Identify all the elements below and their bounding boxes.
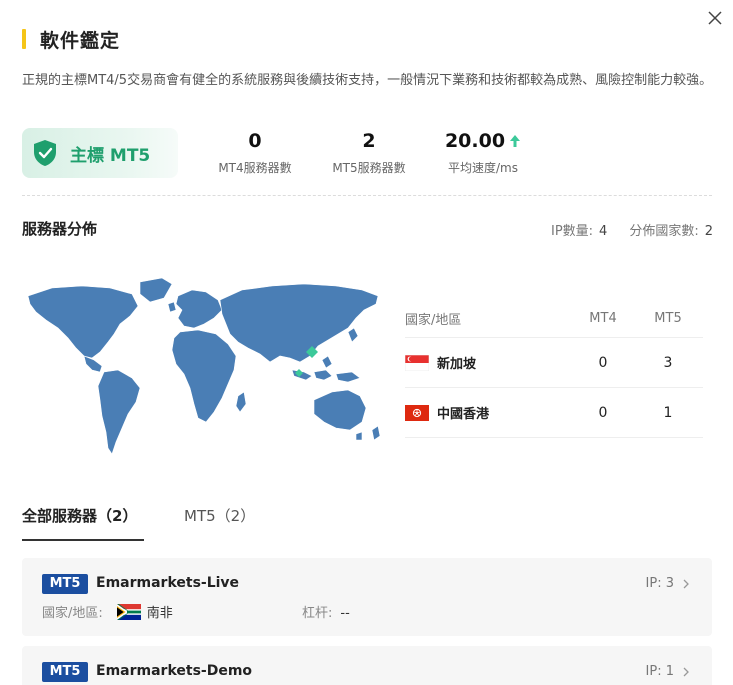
country-name: 新加坡: [437, 357, 477, 372]
country-table-header: 國家/地區 MT4 MT5: [405, 300, 703, 338]
stat-label: MT4服務器數: [218, 161, 292, 175]
server-country: 國家/地區: 南非: [42, 602, 173, 621]
ip-count-text: IP: 3: [645, 576, 674, 591]
platform-tag: MT5: [42, 574, 88, 594]
country-count-meta: 分佈國家數: 2: [629, 220, 713, 239]
server-tabs: 全部服務器（2） MT5（2）: [22, 505, 712, 541]
mt4-count: 0: [598, 404, 608, 421]
ip-count-value: 4: [599, 224, 608, 239]
country-count-label: 分佈國家數:: [629, 224, 699, 239]
column-header-country: 國家/地區: [405, 313, 462, 328]
country-table: 國家/地區 MT4 MT5 新加坡 0 3 中國香港 0 1: [405, 300, 703, 438]
section-header: 軟件鑑定: [22, 28, 121, 52]
column-header-mt4: MT4: [589, 311, 617, 326]
country-count-value: 2: [704, 224, 713, 239]
server-name: Emarmarkets-Demo: [96, 663, 253, 679]
stat-average-speed: 20.00 平均速度/ms: [440, 130, 526, 176]
stat-label: 平均速度/ms: [448, 161, 518, 175]
stat-value: 2: [362, 130, 376, 152]
speed-value: 20.00: [444, 130, 506, 152]
country-name: 中國香港: [437, 407, 490, 422]
ip-count-text: IP: 1: [645, 664, 674, 679]
leverage-value: --: [340, 606, 350, 621]
title-accent-bar: [22, 29, 26, 49]
hongkong-flag-icon: [405, 404, 429, 421]
ip-count-meta: IP數量: 4: [551, 220, 607, 239]
country-value: 南非: [146, 606, 173, 621]
chevron-right-icon: [682, 579, 690, 589]
table-row: 新加坡 0 3: [405, 338, 703, 388]
mt5-count: 3: [663, 354, 673, 371]
south-africa-flag-icon: [116, 603, 141, 620]
divider: [22, 195, 712, 196]
platform-tag: MT5: [42, 662, 88, 682]
close-icon[interactable]: [707, 11, 723, 30]
mt5-count: 1: [663, 404, 673, 421]
world-map: [22, 272, 384, 462]
distribution-meta: IP數量: 4 分佈國家數: 2: [551, 220, 713, 239]
close-button[interactable]: [707, 10, 727, 30]
country-cell: 中國香港: [405, 403, 573, 422]
arrow-up-icon: [509, 134, 521, 148]
stat-value: 20.00: [440, 130, 526, 152]
mt4-count: 0: [598, 354, 608, 371]
shield-check-icon: [32, 139, 58, 167]
stat-mt5-servers: 2 MT5服務器數: [326, 130, 412, 176]
country-cell: 新加坡: [405, 353, 573, 372]
server-ip-count: IP: 1: [646, 664, 690, 679]
grade-label: 主標 MT5: [70, 145, 151, 166]
stats-row: 主標 MT5 0 MT4服務器數 2 MT5服務器數 20.00 平均速度/ms: [22, 128, 712, 180]
page-title: 軟件鑑定: [40, 29, 121, 52]
singapore-flag-icon: [405, 354, 429, 371]
server-distribution-title: 服務器分佈: [22, 220, 98, 238]
description-text: 正規的主標MT4/5交易商會有健全的系統服務與後續技術支持，一般情況下業務和技術…: [22, 73, 713, 88]
server-card[interactable]: MT5 Emarmarkets-Live IP: 3 國家/地區: 南非 杠杆:…: [22, 558, 712, 636]
column-header-mt5: MT5: [654, 311, 682, 326]
tab-mt5-servers[interactable]: MT5（2）: [184, 505, 255, 541]
ip-count-label: IP數量:: [550, 224, 594, 239]
server-leverage: 杠杆: --: [302, 602, 350, 621]
chevron-right-icon: [682, 667, 690, 677]
tab-all-servers[interactable]: 全部服務器（2）: [22, 505, 144, 541]
stat-value: 0: [248, 130, 262, 152]
stat-mt4-servers: 0 MT4服務器數: [212, 130, 298, 176]
stat-label: MT5服務器數: [332, 161, 406, 175]
server-name: Emarmarkets-Live: [96, 575, 240, 591]
country-label: 國家/地區:: [42, 606, 103, 621]
table-row: 中國香港 0 1: [405, 388, 703, 438]
grade-badge: 主標 MT5: [22, 128, 178, 178]
leverage-label: 杠杆:: [302, 606, 333, 621]
server-card[interactable]: MT5 Emarmarkets-Demo IP: 1: [22, 646, 712, 685]
server-ip-count: IP: 3: [646, 576, 690, 591]
